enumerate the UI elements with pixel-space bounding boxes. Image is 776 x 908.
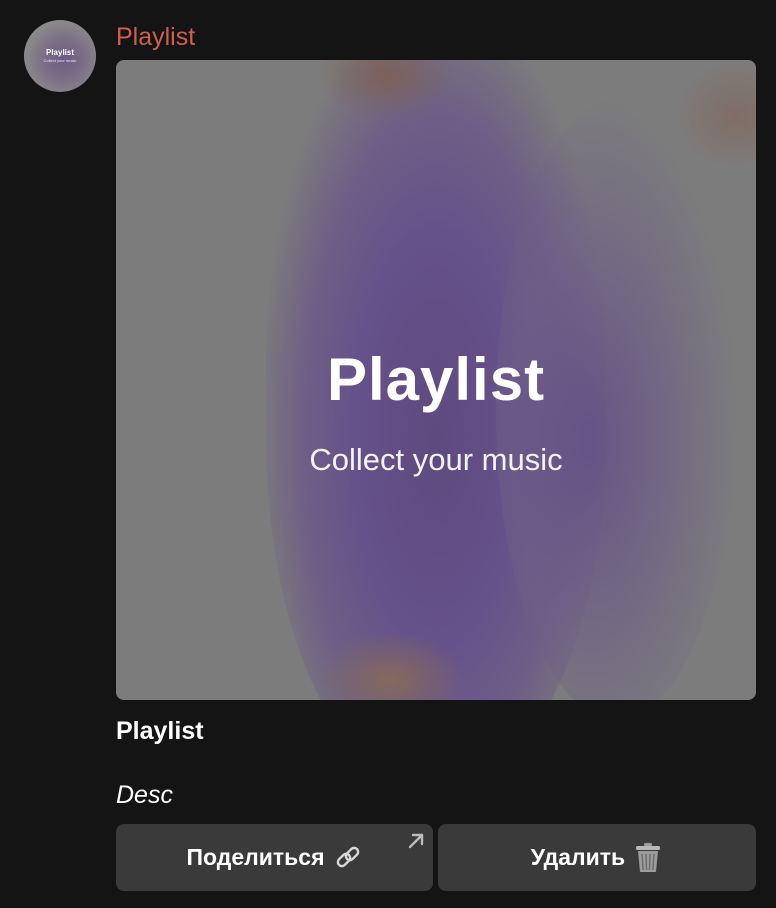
- share-button[interactable]: Поделиться: [116, 824, 433, 891]
- avatar-subtitle: Collect your music: [43, 58, 77, 63]
- avatar[interactable]: Playlist Collect your music: [24, 20, 96, 92]
- share-button-label: Поделиться: [186, 844, 325, 870]
- sender-name[interactable]: Playlist: [116, 22, 195, 52]
- link-icon: [333, 843, 363, 873]
- playlist-description: Desc: [116, 781, 173, 809]
- delete-button-label: Удалить: [530, 844, 626, 870]
- avatar-title: Playlist: [45, 48, 74, 57]
- delete-button[interactable]: Удалить: [438, 824, 756, 891]
- cover-title: Playlist: [326, 346, 546, 413]
- trash-icon: [633, 842, 663, 874]
- playlist-cover-image[interactable]: Playlist Collect your music: [116, 60, 756, 700]
- chat-message: Playlist Collect your music Playlist Pla…: [0, 0, 776, 908]
- playlist-title: Playlist: [116, 717, 204, 745]
- cover-blur-shape: [676, 60, 756, 170]
- cover-subtitle: Collect your music: [309, 442, 563, 477]
- external-arrow-icon: [408, 833, 424, 849]
